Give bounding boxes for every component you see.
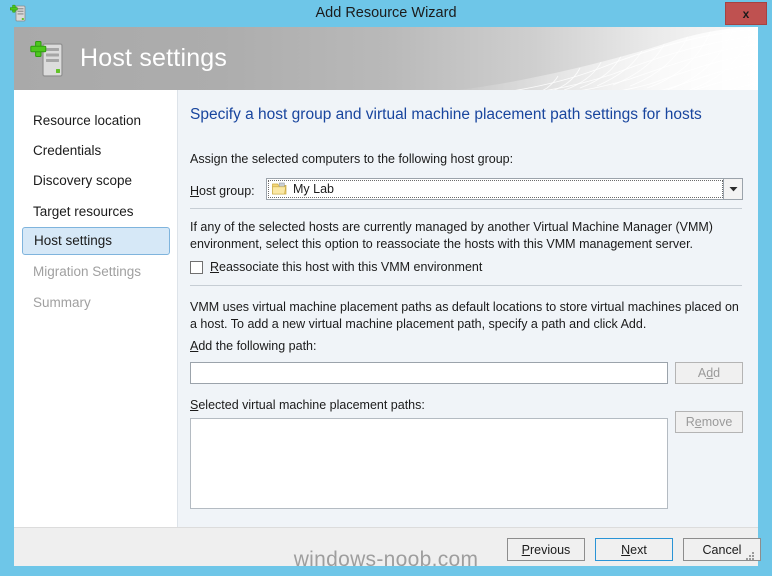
previous-button[interactable]: Previous — [507, 538, 585, 561]
wizard-banner: Host settings — [14, 27, 758, 90]
close-icon: x — [742, 6, 750, 21]
sidebar-item-summary: Summary — [33, 295, 91, 310]
host-group-dropdown[interactable]: My Lab — [266, 178, 743, 200]
sidebar-item-migration-settings: Migration Settings — [33, 264, 142, 279]
placement-paths-description: VMM uses virtual machine placement paths… — [190, 300, 739, 331]
accel-letter: N — [621, 542, 631, 557]
cancel-button-label: Cancel — [702, 542, 742, 557]
selected-paths-label: Selected virtual machine placement paths… — [190, 398, 425, 412]
sidebar-item-target-resources[interactable]: Target resources — [22, 198, 170, 226]
reassociate-checkbox-row[interactable]: Reassociate this host with this VMM envi… — [190, 258, 482, 276]
previous-button-label: revious — [530, 542, 571, 557]
close-button[interactable]: x — [725, 2, 767, 25]
banner-title: Host settings — [80, 44, 228, 72]
next-button[interactable]: Next — [595, 538, 673, 561]
wizard-content: Specify a host group and virtual machine… — [177, 90, 758, 527]
divider-2 — [190, 285, 742, 286]
wizard-footer: Previous Next Cancel — [14, 527, 761, 566]
add-path-input[interactable] — [190, 362, 668, 384]
banner-swoosh-decoration — [458, 27, 758, 90]
wizard-sidebar: Resource location Credentials Discovery … — [14, 90, 177, 527]
add-button-label-post: d — [713, 366, 721, 380]
selected-paths-label-rest: elected virtual machine placement paths: — [198, 398, 425, 412]
remove-button-label-post: move — [701, 415, 733, 429]
focus-rectangle — [268, 180, 723, 198]
divider-1 — [190, 208, 742, 209]
accel-letter: R — [210, 260, 220, 274]
chevron-down-icon[interactable] — [723, 179, 742, 199]
host-group-label: Host group: — [190, 184, 255, 198]
reassociate-label: Reassociate this host with this VMM envi… — [210, 260, 482, 274]
next-button-label: ext — [630, 542, 647, 557]
sidebar-item-credentials[interactable]: Credentials — [22, 137, 170, 165]
add-path-button: Add — [675, 362, 743, 384]
add-path-label: Add the following path: — [190, 339, 316, 353]
sidebar-item-resource-location[interactable]: Resource location — [22, 107, 170, 135]
page-title: Specify a host group and virtual machine… — [190, 106, 702, 123]
folder-icon — [272, 182, 287, 195]
add-path-label-rest: dd the following path: — [198, 339, 317, 353]
host-group-value: My Lab — [293, 182, 334, 196]
selected-paths-list[interactable] — [190, 418, 668, 509]
reassociate-label-rest: eassociate this host with this VMM envir… — [219, 260, 483, 274]
reassociate-description: If any of the selected hosts are current… — [190, 220, 713, 251]
sidebar-item-host-settings[interactable]: Host settings — [22, 227, 170, 255]
server-add-icon — [30, 39, 70, 79]
accel-letter: e — [694, 415, 702, 429]
window-title: Add Resource Wizard — [315, 5, 457, 21]
resize-grip[interactable] — [743, 551, 755, 563]
accel-letter: H — [190, 184, 200, 198]
reassociate-checkbox[interactable] — [190, 260, 203, 274]
accel-letter: d — [706, 366, 714, 380]
sidebar-item-discovery-scope[interactable]: Discovery scope — [22, 167, 170, 195]
add-button-label-pre: A — [697, 366, 707, 380]
title-bar: Add Resource Wizard x — [0, 0, 772, 27]
host-group-label-rest: ost group: — [199, 184, 255, 198]
remove-button-label-pre: R — [685, 415, 695, 429]
accel-letter: P — [521, 542, 531, 557]
wizard-window: Add Resource Wizard x Host settings Reso… — [0, 0, 772, 576]
assign-host-group-label: Assign the selected computers to the fol… — [190, 152, 514, 166]
remove-path-button: Re move — [675, 411, 743, 433]
